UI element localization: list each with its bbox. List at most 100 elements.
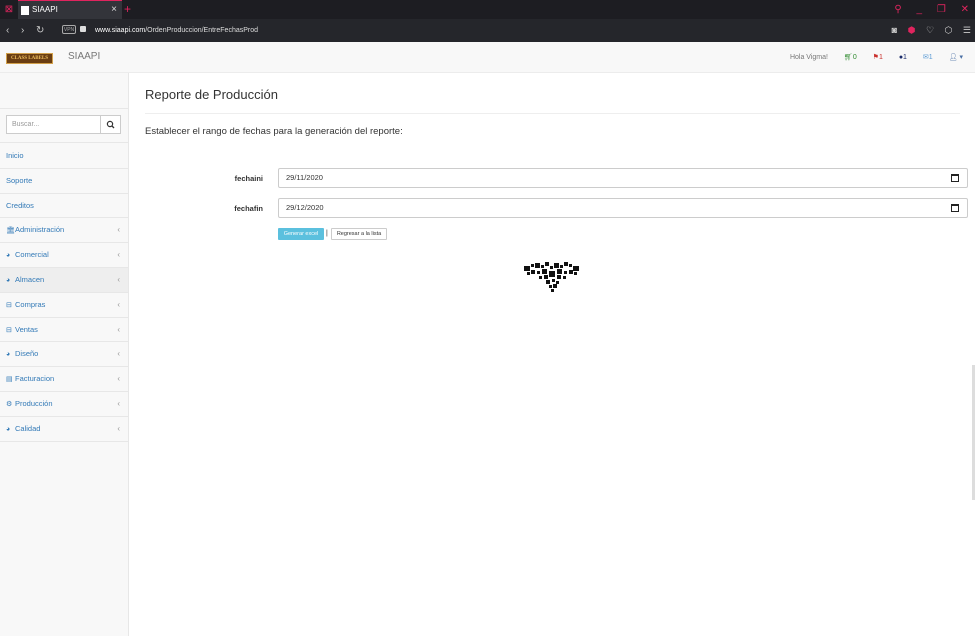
- tab-menu-icon[interactable]: ⊠: [0, 0, 18, 19]
- navbar-right: Hola Vigma! 🛒︎0 ⚑1 ●1 ✉1 👤︎ ▾: [776, 42, 963, 73]
- fechaini-label: fechaini: [234, 174, 263, 183]
- caret-down-icon: ▾: [959, 54, 963, 61]
- document-icon: ▤: [6, 376, 13, 384]
- new-tab-button[interactable]: +: [124, 0, 131, 18]
- comment-notifications[interactable]: ●1: [899, 54, 907, 61]
- sidebar-item-label: Comercial: [15, 250, 49, 260]
- sidebar: Inicio Soporte Creditos 🏛︎Administración…: [0, 73, 129, 636]
- back-to-list-button[interactable]: Regresar a la lista: [331, 228, 387, 240]
- fechafin-input[interactable]: 29/12/2020: [278, 198, 968, 218]
- cart-count: 0: [852, 54, 857, 61]
- calendar-icon[interactable]: [951, 204, 959, 212]
- search-icon[interactable]: ⚲: [894, 4, 901, 15]
- dashboard-icon: ◕: [6, 425, 11, 433]
- sidebar-item-label: Producción: [15, 398, 53, 408]
- flag-count: 1: [878, 54, 883, 61]
- search-input[interactable]: [6, 115, 101, 134]
- chevron-left-icon: ‹: [117, 274, 120, 284]
- dashboard-icon: ◕: [6, 351, 11, 359]
- url-path: /OrdenProduccion/EntreFechasProd: [145, 27, 259, 34]
- user-menu[interactable]: 👤︎ ▾: [949, 54, 963, 61]
- sidebar-item-ventas[interactable]: ⊟ Ventas ‹: [0, 318, 128, 343]
- calendar-icon[interactable]: [951, 174, 959, 182]
- back-icon[interactable]: ‹: [6, 19, 9, 42]
- sidebar-item-facturacion[interactable]: ▤ Facturacion ‹: [0, 367, 128, 392]
- sidebar-item-label: Creditos: [6, 200, 34, 210]
- url-host: www.siaapi.com: [95, 27, 146, 34]
- chevron-left-icon: ‹: [117, 398, 120, 408]
- sidebar-item-administracion[interactable]: 🏛︎Administración ‹: [0, 218, 128, 244]
- chevron-left-icon: ‹: [117, 299, 120, 309]
- forward-icon[interactable]: ›: [21, 19, 24, 42]
- sidebar-item-label: Compras: [15, 299, 46, 309]
- generate-excel-button[interactable]: Generar excel: [278, 228, 324, 240]
- tab-title: SIAAPI: [32, 5, 58, 14]
- sidebar-item-inicio[interactable]: Inicio: [0, 144, 128, 169]
- tab-close-icon[interactable]: ×: [111, 1, 117, 19]
- search-button[interactable]: [100, 115, 121, 134]
- page-title: Reporte de Producción: [145, 87, 278, 102]
- search-icon: [106, 120, 115, 129]
- sidebar-item-almacen[interactable]: ◕ Almacen ‹: [0, 267, 128, 293]
- chevron-left-icon: ‹: [117, 324, 120, 334]
- user-icon: 👤︎: [948, 54, 958, 61]
- dashboard-icon: ◕: [6, 276, 11, 284]
- mail-notifications[interactable]: ✉1: [923, 54, 933, 61]
- dashboard-icon: ◕: [6, 252, 11, 260]
- bank-icon: 🏛︎: [6, 227, 15, 235]
- vpn-badge[interactable]: VPN: [62, 25, 76, 34]
- title-divider: [145, 113, 960, 114]
- shield-icon[interactable]: ⬢: [908, 25, 916, 35]
- sidebar-search: [0, 108, 128, 143]
- company-logo[interactable]: CLASS LABELS: [6, 53, 53, 64]
- address-bar: ‹ › ↻ VPN www.siaapi.com/OrdenProduccion…: [0, 19, 975, 42]
- sidebar-item-compras[interactable]: ⊟ Compras ‹: [0, 293, 128, 318]
- sidebar-item-label: Administración: [15, 225, 65, 235]
- app-navbar: CLASS LABELS SIAAPI Hola Vigma! 🛒︎0 ⚑1 ●…: [0, 42, 975, 73]
- camera-icon[interactable]: ◙: [892, 25, 897, 35]
- button-separator: |: [326, 230, 328, 237]
- cogs-icon: ⚙: [6, 400, 13, 408]
- sidebar-item-diseno[interactable]: ◕ Diseño ‹: [0, 342, 128, 368]
- greeting: Hola Vigma!: [789, 54, 828, 61]
- chevron-left-icon: ‹: [117, 225, 120, 235]
- fechaini-input[interactable]: 29/11/2020: [278, 168, 968, 188]
- browser-tab[interactable]: SIAAPI ×: [18, 0, 122, 19]
- sidebar-item-label: Facturacion: [15, 374, 55, 384]
- sidebar-item-label: Calidad: [15, 423, 41, 433]
- url-field[interactable]: www.siaapi.com/OrdenProduccion/EntreFech…: [95, 19, 258, 42]
- cart-notifications[interactable]: 🛒︎0: [844, 54, 857, 61]
- sidebar-item-label: Ventas: [15, 324, 38, 334]
- close-window-icon[interactable]: ✕: [961, 4, 969, 15]
- sidebar-item-calidad[interactable]: ◕ Calidad ‹: [0, 417, 128, 442]
- cube-icon[interactable]: ⬡: [945, 25, 953, 35]
- intro-text: Establecer el rango de fechas para la ge…: [145, 126, 403, 137]
- sidebar-item-label: Soporte: [6, 175, 33, 185]
- minimize-icon[interactable]: _: [917, 4, 923, 15]
- menu-icon[interactable]: ☰: [963, 25, 971, 35]
- sidebar-item-soporte[interactable]: Soporte: [0, 169, 128, 194]
- lock-icon[interactable]: [80, 26, 86, 32]
- browser-tab-bar: ⊠ SIAAPI × + ⚲ _ ❐ ✕: [0, 0, 975, 19]
- reload-icon[interactable]: ↻: [36, 19, 44, 42]
- chevron-left-icon: ‹: [117, 423, 120, 433]
- fechafin-label: fechafin: [234, 204, 263, 213]
- sidebar-item-creditos[interactable]: Creditos: [0, 194, 128, 219]
- sidebar-item-comercial[interactable]: ◕ Comercial ‹: [0, 243, 128, 268]
- sidebar-item-label: Inicio: [6, 151, 24, 160]
- extension-icons: ◙ ⬢ ♡ ⬡ ☰: [884, 19, 971, 42]
- fechafin-value: 29/12/2020: [286, 203, 324, 212]
- heart-icon[interactable]: ♡: [926, 25, 934, 35]
- sidebar-item-label: Almacen: [15, 274, 45, 284]
- comment-count: 1: [903, 54, 907, 61]
- chevron-left-icon: ‹: [117, 349, 120, 359]
- qr-emblem-icon: [524, 262, 579, 292]
- flag-notifications[interactable]: ⚑1: [873, 54, 883, 61]
- basket-icon: ⊟: [6, 301, 12, 309]
- basket-icon: ⊟: [6, 326, 12, 334]
- chevron-left-icon: ‹: [117, 374, 120, 384]
- app-brand[interactable]: SIAAPI: [68, 51, 100, 62]
- sidebar-item-produccion[interactable]: ⚙ Producción ‹: [0, 392, 128, 417]
- mail-count: 1: [928, 54, 933, 61]
- restore-icon[interactable]: ❐: [937, 4, 946, 15]
